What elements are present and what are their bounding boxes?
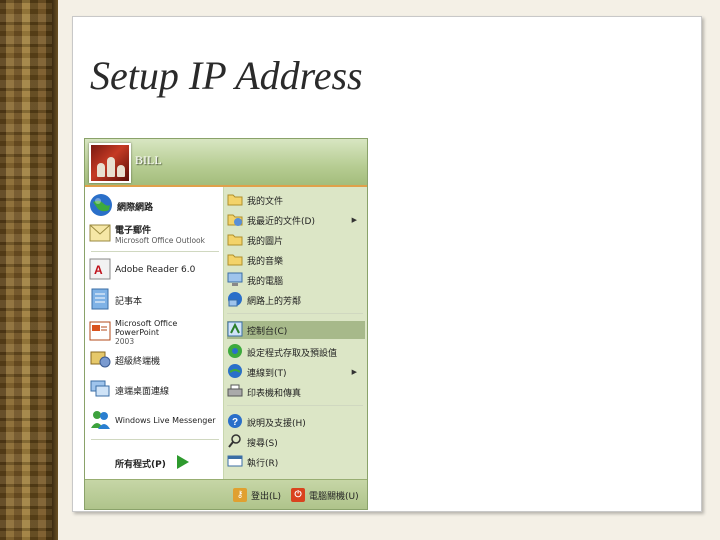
recent-item-notepad-label: 記事本 <box>115 296 143 307</box>
svg-text:?: ? <box>232 417 238 428</box>
avatar[interactable] <box>89 143 131 183</box>
recent-item-remote-desktop-label: 遠端桌面連線 <box>115 386 170 397</box>
submenu-arrow-icon: ▶ <box>351 216 357 224</box>
connect-to-icon <box>227 363 243 382</box>
folder-documents-icon <box>227 191 243 210</box>
all-programs-arrow-icon[interactable] <box>177 455 189 469</box>
right-item-my-documents[interactable]: 我的文件 <box>227 191 365 209</box>
left-separator <box>91 251 219 252</box>
shutdown-button[interactable]: ⏻ 電腦關機(U) <box>291 488 359 502</box>
right-item-my-documents-label: 我的文件 <box>247 196 284 207</box>
control-panel-icon <box>227 321 243 340</box>
user-name: BILL <box>135 153 162 167</box>
right-item-network-places-label: 網路上的芳鄰 <box>247 296 302 307</box>
right-item-control-panel-label: 控制台(C) <box>247 326 288 337</box>
start-menu-footer: ⚷ 登出(L) ⏻ 電腦關機(U) <box>85 479 367 509</box>
logoff-label: 登出(L) <box>251 491 282 502</box>
logoff-button[interactable]: ⚷ 登出(L) <box>233 488 281 502</box>
remote-desktop-icon <box>89 378 111 403</box>
recent-item-adobe-reader-label: Adobe Reader 6.0 <box>115 265 196 275</box>
shutdown-label: 電腦關機(U) <box>309 491 359 502</box>
right-separator <box>227 313 363 314</box>
pinned-item-email[interactable]: 電子郵件 Microsoft Office Outlook <box>89 221 221 247</box>
right-item-my-music-label: 我的音樂 <box>247 256 284 267</box>
right-item-printers[interactable]: 印表機和傳真 <box>227 383 365 401</box>
right-item-search[interactable]: 搜尋(S) <box>227 433 365 451</box>
right-item-printers-label: 印表機和傳真 <box>247 388 302 399</box>
powerpoint-icon <box>89 320 111 345</box>
right-item-recent-documents[interactable]: 我最近的文件(D) ▶ <box>227 211 365 229</box>
right-item-run[interactable]: 執行(R) <box>227 453 365 471</box>
recent-item-powerpoint-sub: 2003 <box>115 336 135 346</box>
submenu-arrow-icon: ▶ <box>351 368 357 376</box>
svg-text:A: A <box>94 263 103 277</box>
folder-music-icon <box>227 251 243 270</box>
recent-item-remote-desktop[interactable]: 遠端桌面連線 <box>89 377 221 403</box>
recent-item-hyperterminal[interactable]: 超級終端機 <box>89 347 221 373</box>
right-item-control-panel[interactable]: 控制台(C) <box>227 321 365 339</box>
start-menu: BILL 網際網路 電子郵件 Microsoft Office Outlook … <box>84 138 368 510</box>
right-item-my-music[interactable]: 我的音樂 <box>227 251 365 269</box>
wood-border-edge <box>52 0 58 540</box>
notepad-icon <box>89 288 111 313</box>
right-item-connect-to[interactable]: 連線到(T) ▶ <box>227 363 365 381</box>
recent-item-notepad[interactable]: 記事本 <box>89 287 221 313</box>
pinned-item-internet[interactable]: 網際網路 <box>89 193 221 219</box>
network-places-icon <box>227 291 243 310</box>
recent-item-powerpoint[interactable]: Microsoft Office PowerPoint 2003 <box>89 317 221 347</box>
run-icon <box>227 453 243 472</box>
recent-item-powerpoint-label: Microsoft Office PowerPoint <box>115 318 178 337</box>
right-item-connect-to-label: 連線到(T) <box>247 368 287 379</box>
search-icon <box>227 433 243 452</box>
pinned-item-email-label: 電子郵件 <box>115 226 152 236</box>
right-item-run-label: 執行(R) <box>247 458 279 469</box>
pinned-item-internet-label: 網際網路 <box>117 202 154 213</box>
start-menu-header: BILL <box>85 139 367 187</box>
wood-border <box>0 0 52 540</box>
hyperterminal-icon <box>89 348 111 373</box>
recent-documents-icon <box>227 211 243 230</box>
right-item-my-computer-label: 我的電腦 <box>247 276 284 287</box>
printer-icon <box>227 383 243 402</box>
adobe-reader-icon: A <box>89 258 111 283</box>
slide-title: Setup IP Address <box>90 53 363 98</box>
messenger-icon <box>89 408 111 433</box>
right-item-help[interactable]: ? 說明及支援(H) <box>227 413 365 431</box>
all-programs-button[interactable]: 所有程式(P) <box>115 457 166 470</box>
right-item-search-label: 搜尋(S) <box>247 438 278 449</box>
left-separator-bottom <box>91 439 219 440</box>
logoff-icon: ⚷ <box>233 488 247 502</box>
recent-item-messenger-label: Windows Live Messenger <box>115 415 216 425</box>
folder-pictures-icon <box>227 231 243 250</box>
help-icon: ? <box>227 413 243 432</box>
right-item-network-places[interactable]: 網路上的芳鄰 <box>227 291 365 309</box>
right-item-program-defaults[interactable]: 設定程式存取及預設值 <box>227 343 365 361</box>
right-item-my-pictures[interactable]: 我的圖片 <box>227 231 365 249</box>
pinned-item-email-sub: Microsoft Office Outlook <box>115 236 205 245</box>
right-separator-2 <box>227 405 363 406</box>
recent-item-hyperterminal-label: 超級終端機 <box>115 356 161 367</box>
recent-item-messenger[interactable]: Windows Live Messenger <box>89 407 221 433</box>
recent-item-adobe-reader[interactable]: A Adobe Reader 6.0 <box>89 257 221 283</box>
globe-icon <box>89 193 113 220</box>
my-computer-icon <box>227 271 243 290</box>
power-icon: ⏻ <box>291 488 305 502</box>
right-item-program-defaults-label: 設定程式存取及預設值 <box>247 348 338 359</box>
right-item-help-label: 說明及支援(H) <box>247 418 306 429</box>
right-item-my-computer[interactable]: 我的電腦 <box>227 271 365 289</box>
right-item-my-pictures-label: 我的圖片 <box>247 236 284 247</box>
program-defaults-icon <box>227 343 243 362</box>
right-item-recent-documents-label: 我最近的文件(D) <box>247 216 315 227</box>
mail-icon <box>89 222 111 247</box>
